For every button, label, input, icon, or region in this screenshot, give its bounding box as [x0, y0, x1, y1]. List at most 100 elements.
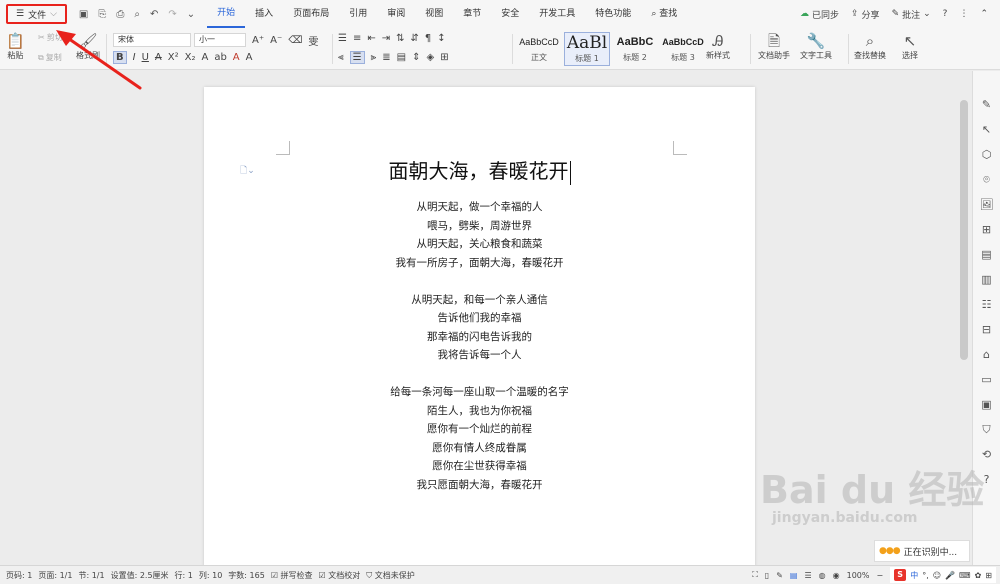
- status-section[interactable]: 节: 1/1: [78, 570, 104, 581]
- align-right-icon[interactable]: ⫸: [371, 52, 377, 63]
- paste-button[interactable]: 📋 粘贴: [6, 32, 25, 61]
- poem-line[interactable]: 我有一所房子，面朝大海，春暖花开: [204, 254, 755, 273]
- archive-icon[interactable]: ▭: [981, 372, 991, 388]
- tab-features[interactable]: 特色功能: [585, 0, 641, 28]
- subscript-icon[interactable]: X₂: [185, 52, 196, 63]
- redo-icon[interactable]: ↷: [168, 9, 176, 20]
- location-icon[interactable]: ⌾: [983, 172, 990, 188]
- poem-line[interactable]: 从明天起，关心粮食和蔬菜: [204, 235, 755, 254]
- undo-icon[interactable]: ↶: [150, 9, 158, 20]
- justify-icon[interactable]: ≣: [382, 52, 390, 63]
- line-spacing-icon[interactable]: ↕: [437, 33, 445, 44]
- find-replace-button[interactable]: ⌕ 查找替换: [854, 32, 886, 61]
- distributed-icon[interactable]: ▤: [397, 52, 406, 63]
- save-icon[interactable]: ▣: [79, 9, 88, 20]
- poem-line[interactable]: 告诉他们我的幸福: [204, 309, 755, 328]
- print-icon[interactable]: ⎙: [116, 9, 124, 20]
- print-preview-icon[interactable]: ⌕: [134, 9, 140, 20]
- shading-icon[interactable]: ◈: [426, 52, 434, 63]
- tab-references[interactable]: 引用: [339, 0, 377, 28]
- phonetic-icon[interactable]: 雯: [308, 33, 318, 48]
- poem-line[interactable]: 从明天起，和每一个亲人通信: [204, 291, 755, 310]
- edit-mode-icon[interactable]: ✎: [776, 571, 783, 580]
- superscript-icon[interactable]: X²: [168, 52, 179, 63]
- bold-icon[interactable]: B: [113, 51, 127, 64]
- cursor-select-icon[interactable]: ↖: [982, 122, 991, 138]
- text-effect-icon[interactable]: A: [201, 52, 208, 63]
- fullscreen-icon[interactable]: ⛶: [752, 570, 758, 580]
- table-icon[interactable]: ⊞: [982, 222, 991, 238]
- eye-care-icon[interactable]: ◉: [833, 571, 840, 580]
- underline-icon[interactable]: U: [142, 52, 149, 63]
- pen-icon[interactable]: ✎: [982, 97, 991, 113]
- poem-body[interactable]: 从明天起，做一个幸福的人 喂马，劈柴，周游世界 从明天起，关心粮食和蔬菜 我有一所房子…: [204, 198, 755, 494]
- text-direction-icon[interactable]: ⇅: [396, 33, 404, 44]
- spacing-icon[interactable]: ⇕: [412, 52, 420, 63]
- share-button[interactable]: ⇪ 分享: [851, 8, 880, 21]
- style-heading-2[interactable]: AaBbC 标题 2: [612, 32, 658, 66]
- chart-icon[interactable]: ▥: [981, 272, 991, 288]
- more-menu-icon[interactable]: ⋮: [959, 9, 968, 19]
- comment-button[interactable]: ✎ 批注 ⌄: [892, 8, 931, 21]
- grid-icon[interactable]: ⊟: [982, 322, 991, 338]
- status-page[interactable]: 页面: 1/1: [38, 570, 72, 581]
- sync-status[interactable]: ☁ 已同步: [800, 8, 839, 21]
- italic-icon[interactable]: I: [133, 52, 136, 63]
- poem-line[interactable]: 愿你在尘世获得幸福: [204, 457, 755, 476]
- file-menu-button[interactable]: ☰ 文件 ⌵: [6, 4, 67, 24]
- status-setting[interactable]: 设置值: 2.5厘米: [111, 570, 169, 581]
- book-icon[interactable]: ▤: [981, 247, 991, 263]
- tab-developer[interactable]: 开发工具: [529, 0, 585, 28]
- tab-chapter[interactable]: 章节: [453, 0, 491, 28]
- image-icon[interactable]: 🖼: [980, 197, 994, 213]
- font-name-select[interactable]: 宋体: [113, 33, 191, 47]
- highlight-icon[interactable]: ab: [214, 52, 226, 63]
- customize-chevron-icon[interactable]: ⌄: [187, 9, 195, 20]
- cut-button[interactable]: ✂ 剪切: [38, 32, 63, 43]
- grow-font-icon[interactable]: A⁺: [252, 35, 264, 46]
- poem-line[interactable]: 陌生人，我也为你祝福: [204, 402, 755, 421]
- tab-view[interactable]: 视图: [415, 0, 453, 28]
- format-painter-button[interactable]: 🖌 格式刷: [76, 32, 100, 61]
- font-color-icon[interactable]: A: [233, 52, 240, 63]
- status-column[interactable]: 列: 10: [199, 570, 222, 581]
- poem-line[interactable]: 从明天起，做一个幸福的人: [204, 198, 755, 217]
- show-marks-icon[interactable]: ¶: [425, 33, 431, 44]
- borders-icon[interactable]: ⊞: [440, 52, 448, 63]
- search-command[interactable]: ⌕ 查找: [641, 0, 687, 28]
- strikethrough-icon[interactable]: A: [155, 52, 162, 63]
- poem-line[interactable]: 我只愿面朝大海，春暖花开: [204, 476, 755, 495]
- increase-indent-icon[interactable]: ⇥: [382, 33, 390, 44]
- poem-line[interactable]: 愿你有情人终成眷属: [204, 439, 755, 458]
- document-page[interactable]: 🗋⌄ 面朝大海，春暖花开 从明天起，做一个幸福的人 喂马，劈柴，周游世界 从明天起，…: [204, 87, 755, 567]
- char-shading-icon[interactable]: A: [246, 52, 253, 63]
- shapes-icon[interactable]: ⬡: [982, 147, 992, 163]
- proofread-button[interactable]: ☑ 文档校对: [319, 570, 361, 581]
- protect-status[interactable]: ⛉ 文档未保护: [366, 570, 415, 581]
- align-left-icon[interactable]: ⫷: [338, 52, 344, 63]
- select-button[interactable]: ↖ 选择: [902, 32, 918, 61]
- shield-icon[interactable]: ⛉: [982, 422, 990, 438]
- style-normal[interactable]: AaBbCcD 正文: [516, 32, 562, 66]
- copy-button[interactable]: ⧉ 复制: [38, 52, 62, 63]
- document-title[interactable]: 面朝大海，春暖花开: [204, 155, 755, 185]
- sort-icon[interactable]: ⇵: [411, 33, 419, 44]
- help-button[interactable]: ?: [943, 9, 948, 19]
- tab-page-layout[interactable]: 页面布局: [283, 0, 339, 28]
- text-tools-button[interactable]: 🔧 文字工具: [800, 32, 832, 61]
- export-pdf-icon[interactable]: ⎘: [98, 9, 106, 20]
- collapse-ribbon-icon[interactable]: ⌃: [980, 9, 988, 19]
- tab-home[interactable]: 开始: [207, 0, 246, 28]
- numbered-list-icon[interactable]: ≡: [353, 33, 361, 44]
- tab-insert[interactable]: 插入: [245, 0, 283, 28]
- status-word-count[interactable]: 字数: 165: [228, 570, 265, 581]
- style-heading-3[interactable]: AaBbCcD 标题 3: [660, 32, 706, 66]
- tag-icon[interactable]: ⌂: [983, 347, 990, 363]
- web-view-icon[interactable]: ◍: [819, 571, 826, 580]
- spell-check-button[interactable]: ☑ 拼写检查: [271, 570, 313, 581]
- poem-line[interactable]: 喂马，劈柴，周游世界: [204, 217, 755, 236]
- history-icon[interactable]: ⟲: [982, 447, 991, 463]
- decrease-indent-icon[interactable]: ⇤: [367, 33, 375, 44]
- tab-review[interactable]: 审阅: [377, 0, 415, 28]
- shrink-font-icon[interactable]: A⁻: [270, 35, 282, 46]
